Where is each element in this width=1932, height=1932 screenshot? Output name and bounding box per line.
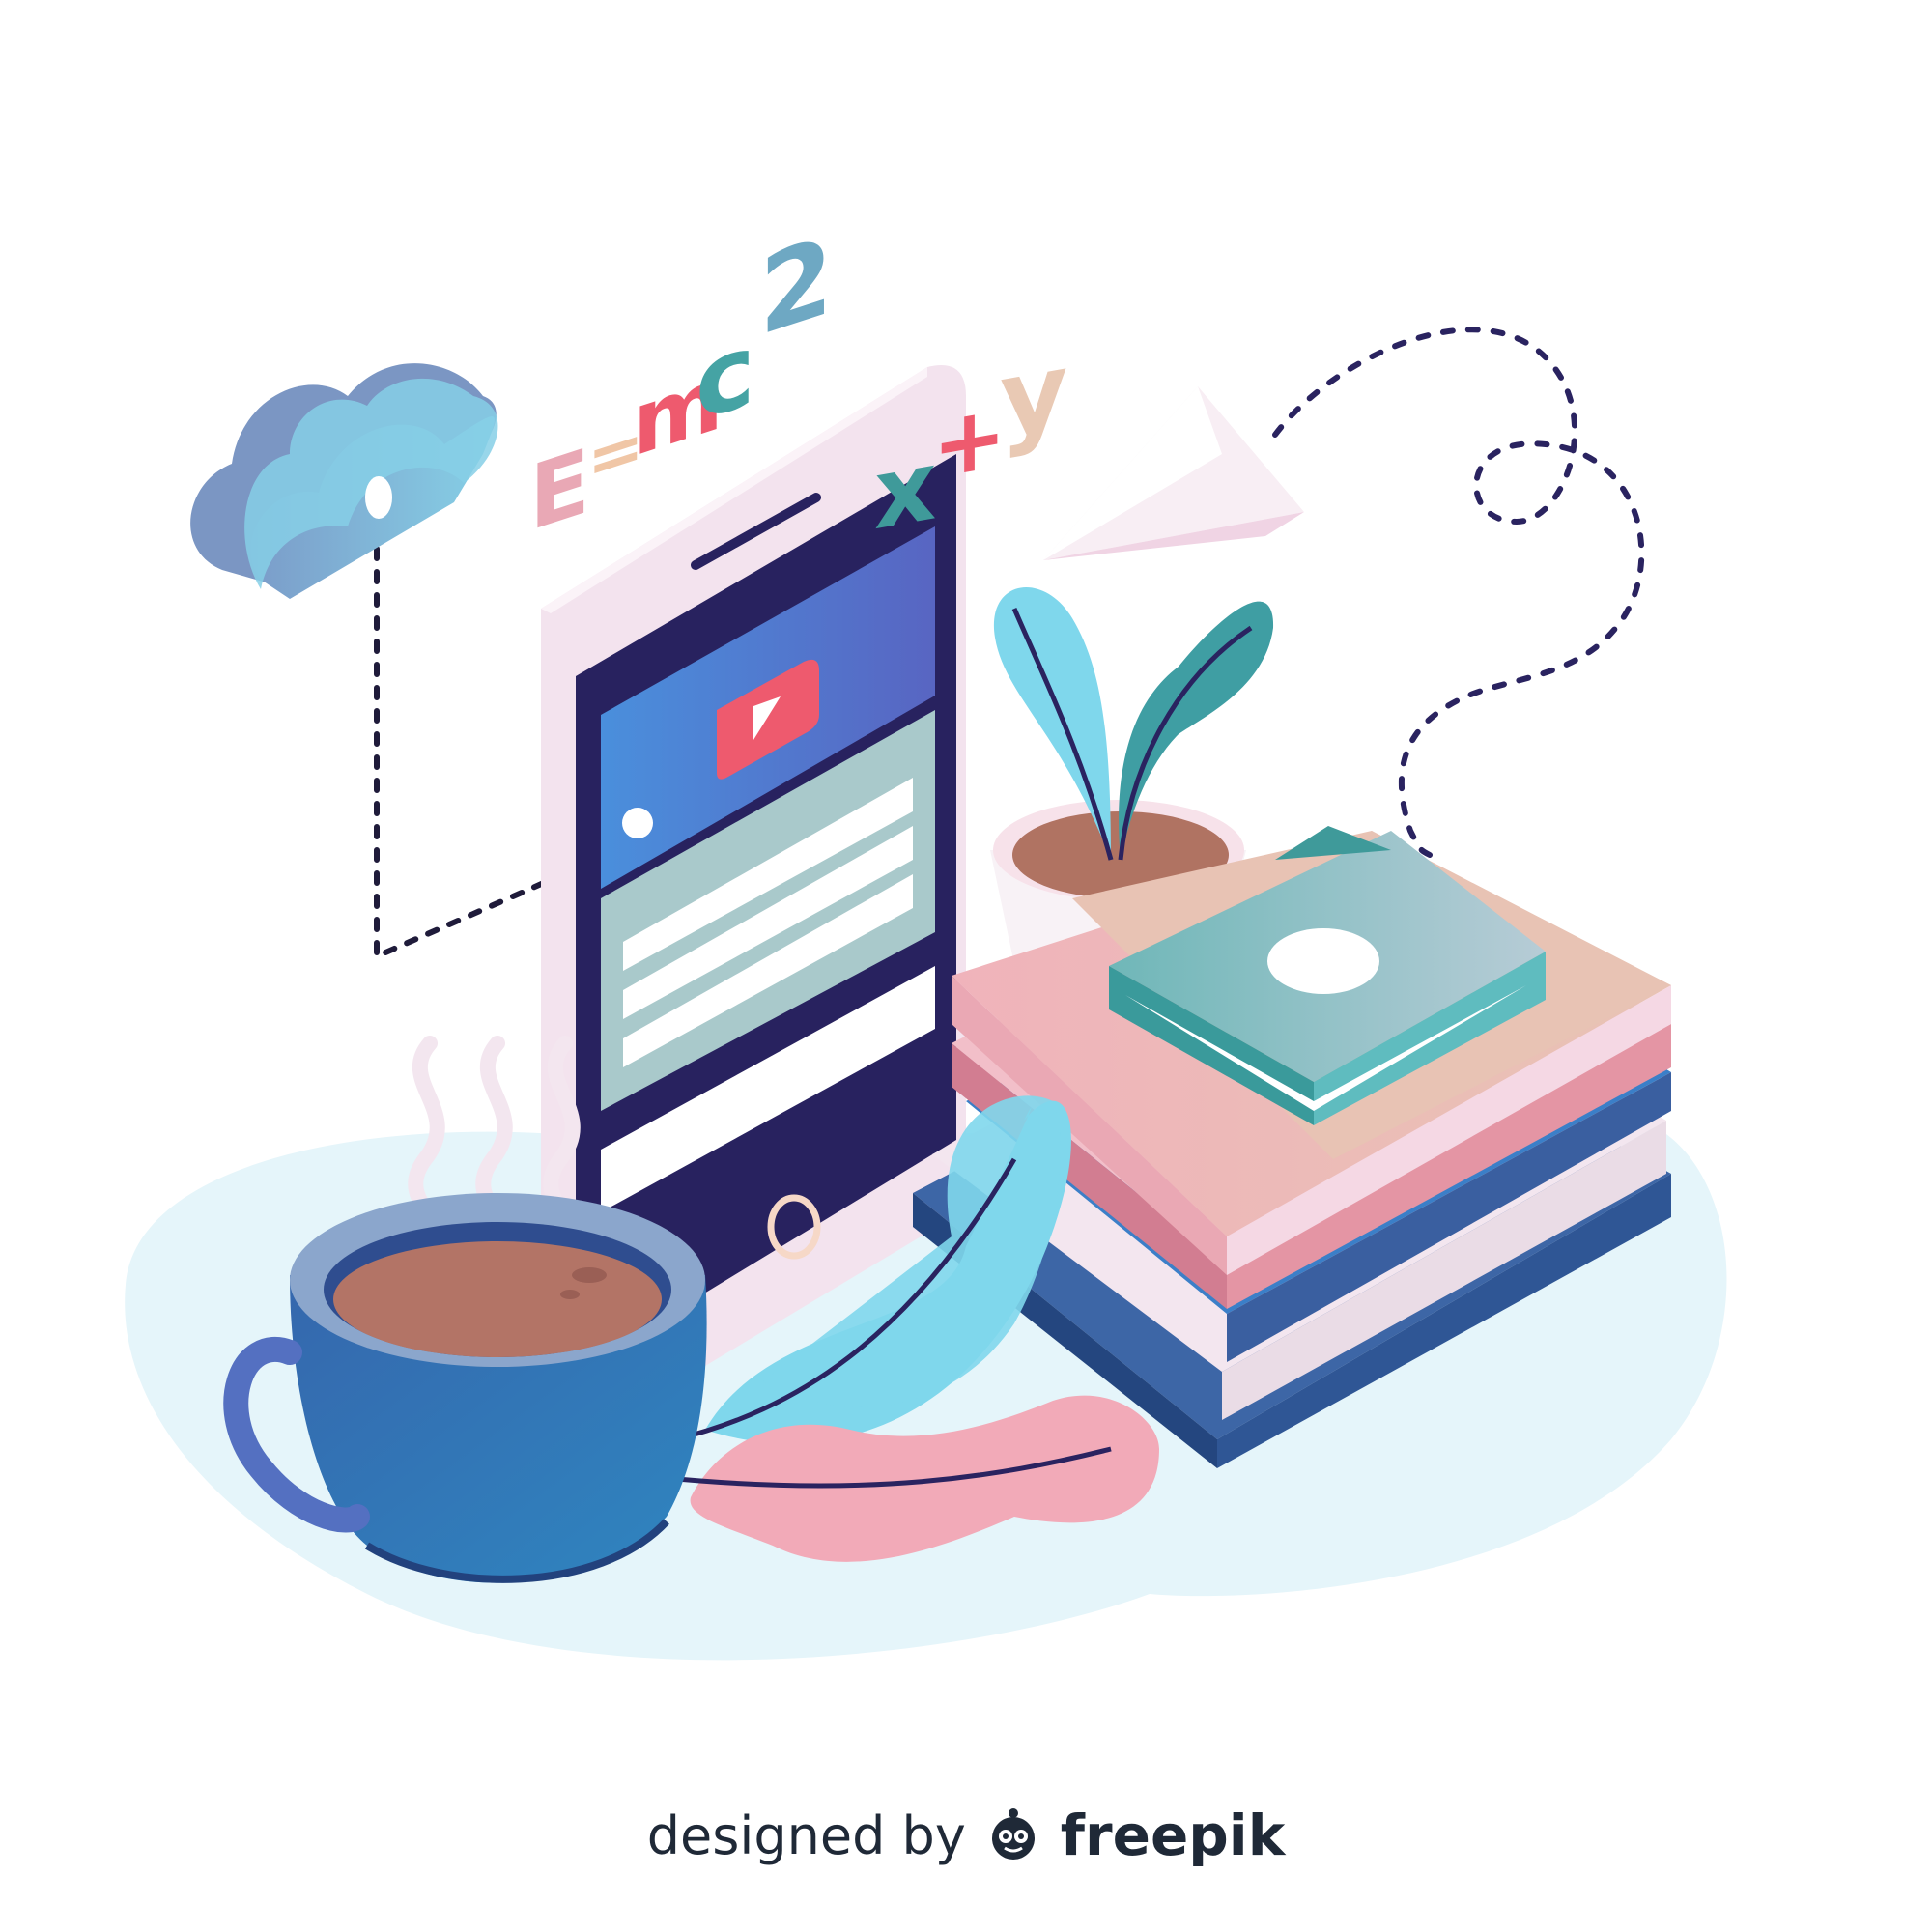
freepik-brand[interactable]: freepik — [1061, 1803, 1285, 1868]
svg-text:c: c — [696, 310, 755, 446]
svg-text:y: y — [1000, 328, 1067, 462]
freepik-logo-icon — [991, 1808, 1035, 1860]
attribution-text: designed by — [646, 1804, 966, 1866]
svg-text:+: + — [932, 383, 1007, 499]
cloud-hole — [365, 476, 392, 519]
svg-text:E: E — [529, 429, 590, 553]
coffee-surface — [333, 1241, 662, 1357]
cloud-icon — [190, 363, 498, 599]
svg-text:x: x — [874, 428, 937, 552]
book-cover-badge — [1267, 928, 1379, 994]
expression-x-plus-y: x + y — [874, 328, 1067, 552]
paper-plane-icon — [1043, 386, 1304, 560]
dotted-path-paper-plane — [1272, 327, 1645, 858]
attribution: designed by freepik — [0, 1797, 1932, 1874]
learning-illustration: E = m c 2 x + y — [125, 212, 1727, 1661]
svg-text:2: 2 — [759, 212, 834, 360]
